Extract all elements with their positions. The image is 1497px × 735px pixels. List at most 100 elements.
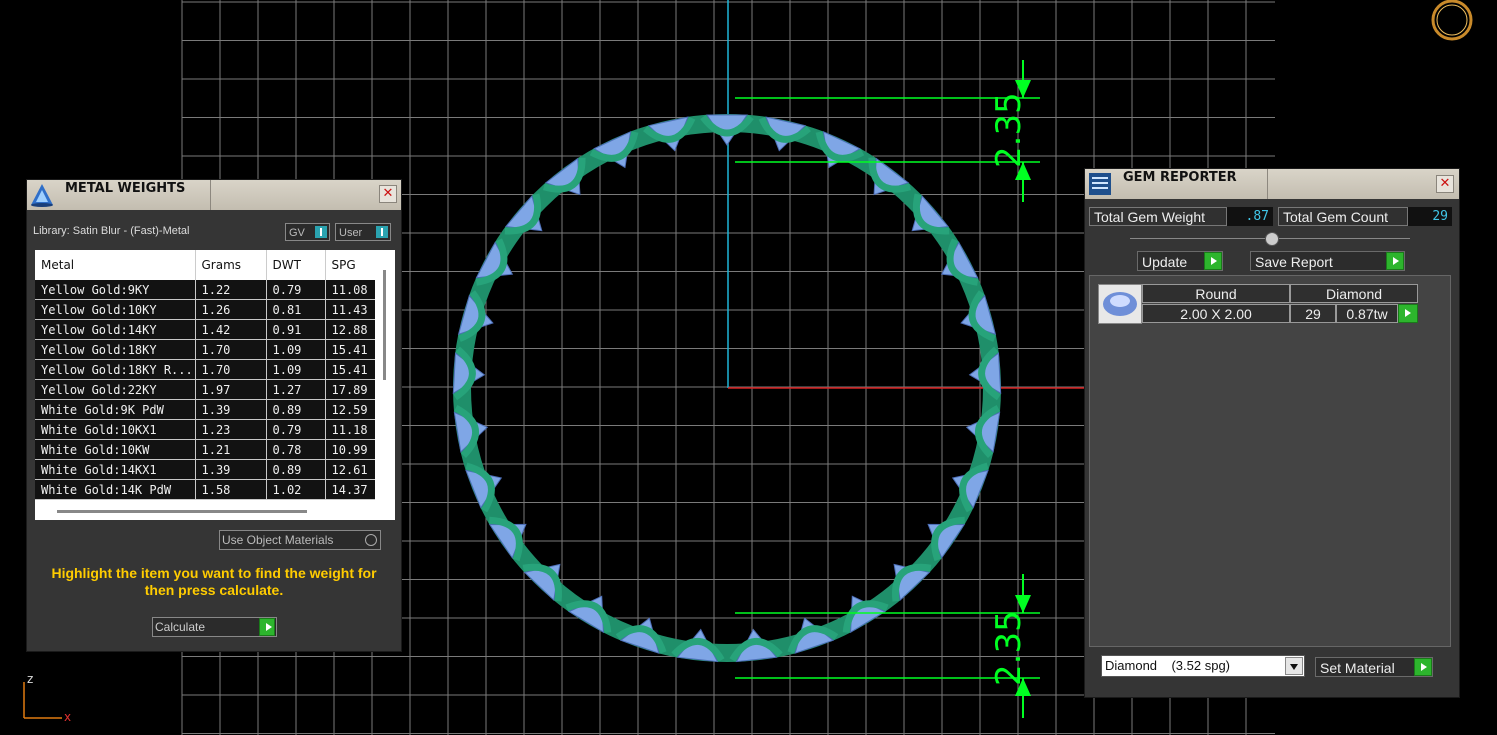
metal-weights-titlebar[interactable]: METAL WEIGHTS ✕ xyxy=(27,180,401,210)
calculate-label: Calculate xyxy=(155,620,206,634)
table-cell-grams: 1.39 xyxy=(195,459,267,480)
total-gem-weight-label: Total Gem Weight xyxy=(1089,207,1227,226)
table-cell-metal: White Gold:10KX1 xyxy=(35,419,196,440)
calculate-button[interactable]: Calculate xyxy=(152,617,277,637)
table-cell-metal: Yellow Gold:10KY xyxy=(35,299,196,320)
table-cell-metal: White Gold:14K PdW xyxy=(35,479,196,500)
table-row[interactable]: Yellow Gold:22KY 1.97 1.27 17.89 xyxy=(35,379,375,400)
table-cell-grams: 1.23 xyxy=(195,419,267,440)
gem-stone xyxy=(965,405,1001,458)
gem-material: Diamond xyxy=(1290,284,1418,303)
table-row[interactable]: Yellow Gold:10KY 1.26 0.81 11.43 xyxy=(35,299,375,320)
table-cell-grams: 1.70 xyxy=(195,339,267,360)
table-row[interactable]: Yellow Gold:14KY 1.42 0.91 12.88 xyxy=(35,319,375,340)
save-report-button[interactable]: Save Report xyxy=(1250,251,1405,271)
column-header[interactable]: Metal xyxy=(35,250,196,280)
gem-list-area: Round Diamond 2.00 X 2.00 29 0.87tw xyxy=(1089,275,1451,647)
gv-toggle-label: GV xyxy=(289,227,305,239)
dimension-bottom-label: 2.35 xyxy=(989,610,1029,686)
gem-stone xyxy=(643,116,696,152)
table-cell-metal: Yellow Gold:22KY xyxy=(35,379,196,400)
table-row[interactable]: White Gold:14KX1 1.39 0.89 12.61 xyxy=(35,459,375,480)
table-cell-dwt: 0.79 xyxy=(266,419,326,440)
table-cell-metal: Yellow Gold:14KY xyxy=(35,319,196,340)
table-cell-spg: 14.37 xyxy=(325,479,375,500)
total-gem-count-label: Total Gem Count xyxy=(1278,207,1408,226)
gem-thumbnail[interactable] xyxy=(1098,284,1142,324)
use-object-materials-label: Use Object Materials xyxy=(222,533,334,547)
gem-reporter-title: GEM REPORTER xyxy=(1123,170,1237,185)
gem-weight: 0.87tw xyxy=(1336,304,1398,323)
metal-table: Metal Grams DWT SPG Yellow Gold:9KY 1.22 0… xyxy=(35,250,375,500)
gem-size: 2.00 X 2.00 xyxy=(1142,304,1290,323)
table-cell-spg: 15.41 xyxy=(325,339,375,360)
table-cell-dwt: 1.09 xyxy=(266,339,326,360)
table-cell-dwt: 0.78 xyxy=(266,439,326,460)
title-separator xyxy=(1267,169,1268,199)
gem-stone xyxy=(615,617,667,654)
play-arrow-icon xyxy=(1204,252,1222,270)
table-row[interactable]: White Gold:10KX1 1.23 0.79 11.18 xyxy=(35,419,375,440)
table-row[interactable]: White Gold:14K PdW 1.58 1.02 14.37 xyxy=(35,479,375,500)
column-header[interactable]: Grams xyxy=(195,250,267,280)
instruction-text: Highlight the item you want to find the … xyxy=(51,565,377,598)
use-object-materials-toggle[interactable]: Use Object Materials xyxy=(219,530,381,550)
close-icon[interactable]: ✕ xyxy=(1436,175,1454,193)
table-cell-grams: 1.42 xyxy=(195,319,267,340)
table-cell-spg: 10.99 xyxy=(325,439,375,460)
toggle-knob-icon xyxy=(315,226,327,238)
play-arrow-icon xyxy=(1414,658,1432,676)
gem-reporter-titlebar[interactable]: GEM REPORTER ✕ xyxy=(1085,169,1459,199)
table-cell-dwt: 0.81 xyxy=(266,299,326,320)
user-toggle[interactable]: User xyxy=(335,223,391,241)
vertical-scrollbar[interactable] xyxy=(383,270,386,380)
table-cell-spg: 12.59 xyxy=(325,399,375,420)
table-cell-spg: 12.61 xyxy=(325,459,375,480)
user-toggle-label: User xyxy=(339,227,363,239)
column-header[interactable]: SPG xyxy=(325,250,375,280)
dimension-top-label: 2.35 xyxy=(989,92,1029,168)
axis-x-label: x xyxy=(64,710,71,724)
save-report-label: Save Report xyxy=(1255,254,1333,270)
ring-icon[interactable] xyxy=(1431,0,1473,41)
table-cell-dwt: 1.27 xyxy=(266,379,326,400)
metal-weights-icon xyxy=(31,184,53,207)
gv-toggle[interactable]: GV xyxy=(285,223,330,241)
slider-knob-icon[interactable] xyxy=(1265,232,1279,246)
play-arrow-icon[interactable] xyxy=(1398,304,1418,323)
update-button[interactable]: Update xyxy=(1137,251,1223,271)
table-cell-metal: Yellow Gold:18KY R... xyxy=(35,359,196,380)
set-material-button[interactable]: Set Material xyxy=(1315,657,1433,677)
table-cell-grams: 1.39 xyxy=(195,399,267,420)
gem-shape: Round xyxy=(1142,284,1290,303)
radio-icon xyxy=(365,534,377,546)
table-cell-grams: 1.26 xyxy=(195,299,267,320)
table-row[interactable]: White Gold:10KW 1.21 0.78 10.99 xyxy=(35,439,375,460)
gem-stone xyxy=(457,290,494,342)
play-arrow-icon xyxy=(259,618,275,636)
table-cell-metal: Yellow Gold:9KY xyxy=(35,280,196,300)
table-row[interactable]: Yellow Gold:18KY R... 1.70 1.09 15.41 xyxy=(35,359,375,380)
library-label: Library: Satin Blur - (Fast)-Metal xyxy=(33,225,190,237)
table-row[interactable]: Yellow Gold:9KY 1.22 0.79 11.08 xyxy=(35,280,375,300)
material-select[interactable]: Diamond (3.52 spg) xyxy=(1101,655,1305,677)
close-icon[interactable]: ✕ xyxy=(379,185,397,203)
gem-reporter-panel: GEM REPORTER ✕ Total Gem Weight .87 Tota… xyxy=(1084,168,1460,698)
table-cell-spg: 11.08 xyxy=(325,280,375,300)
axis-indicator xyxy=(23,682,62,719)
table-cell-dwt: 1.09 xyxy=(266,359,326,380)
table-cell-dwt: 0.79 xyxy=(266,280,326,300)
table-cell-spg: 15.41 xyxy=(325,359,375,380)
table-row[interactable]: White Gold:9K PdW 1.39 0.89 12.59 xyxy=(35,399,375,420)
axis-z-label: z xyxy=(27,672,33,686)
table-row[interactable]: Yellow Gold:18KY 1.70 1.09 15.41 xyxy=(35,339,375,360)
table-cell-spg: 17.89 xyxy=(325,379,375,400)
chevron-down-icon[interactable] xyxy=(1285,657,1303,675)
set-material-label: Set Material xyxy=(1320,660,1395,676)
toggle-knob-icon xyxy=(376,226,388,238)
metal-table-container: Metal Grams DWT SPG Yellow Gold:9KY 1.22 0… xyxy=(35,250,395,520)
gem-reporter-icon xyxy=(1089,173,1111,195)
column-header[interactable]: DWT xyxy=(266,250,326,280)
horizontal-scrollbar[interactable] xyxy=(57,510,307,513)
title-separator xyxy=(210,180,211,210)
